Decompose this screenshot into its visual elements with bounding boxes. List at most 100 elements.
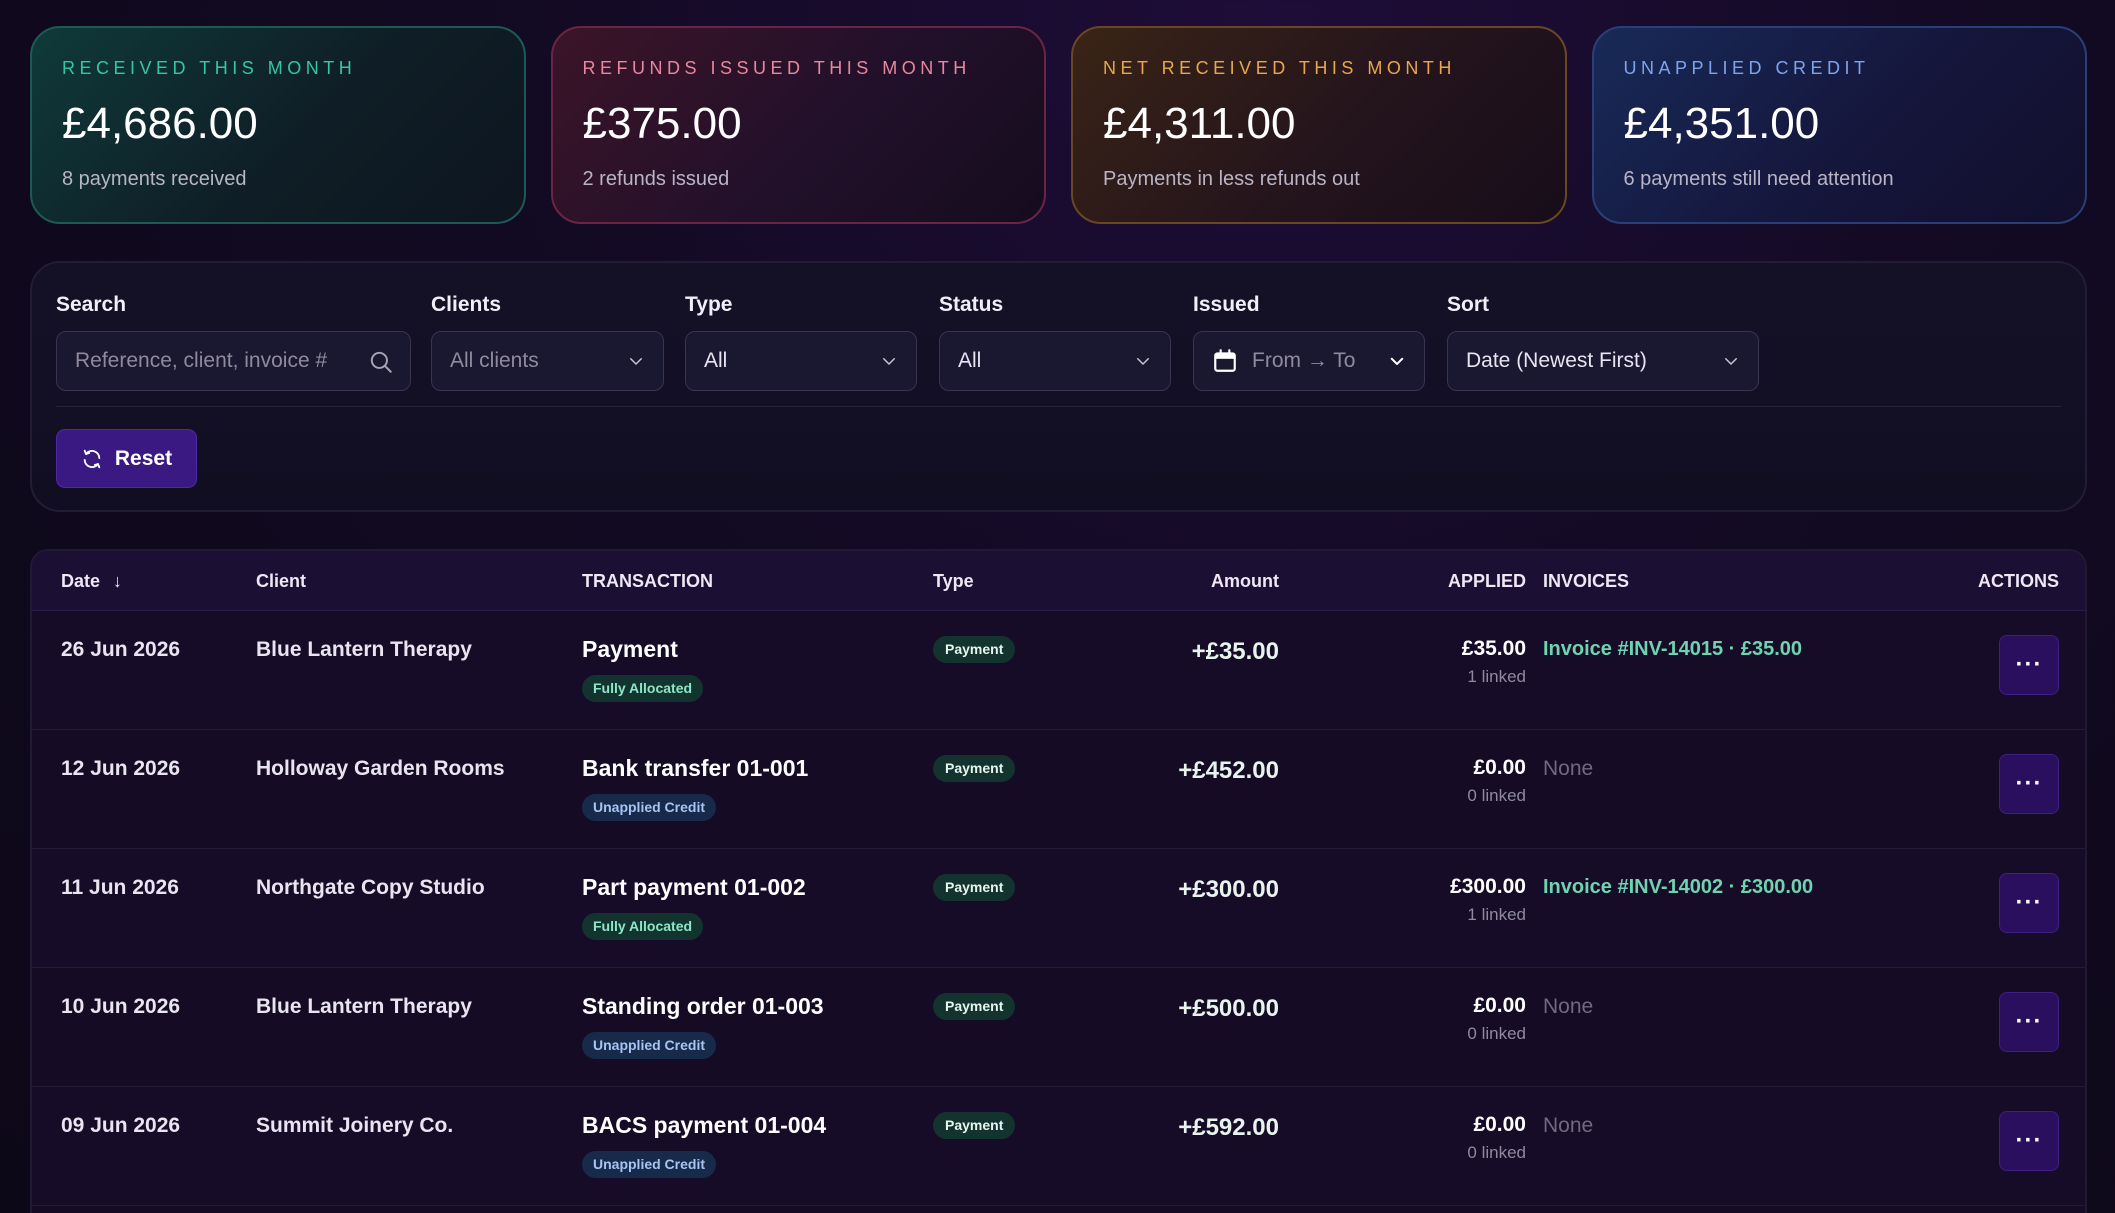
card-label: REFUNDS ISSUED THIS MONTH xyxy=(582,58,971,78)
table-row[interactable]: 26 Jun 2026 Blue Lantern Therapy Payment… xyxy=(32,611,2085,730)
card-value: £4,311.00 xyxy=(1103,99,1296,148)
search-icon[interactable] xyxy=(368,349,394,375)
type-badge: Payment xyxy=(933,1112,1016,1139)
column-transaction: TRANSACTION xyxy=(582,571,713,591)
row-actions-button[interactable]: ··· xyxy=(1999,992,2059,1052)
column-actions: ACTIONS xyxy=(1978,571,2059,591)
table-row[interactable]: 09 Jun 2026 Summit Joinery Co. BACS paym… xyxy=(32,1087,2085,1206)
row-applied: £0.00 xyxy=(1473,1113,1526,1136)
status-badge: Unapplied Credit xyxy=(582,794,717,821)
card-subtitle: 6 payments still need attention xyxy=(1623,168,1894,190)
search-input[interactable]: Reference, client, invoice # xyxy=(56,331,411,391)
clients-value: All clients xyxy=(450,349,539,372)
row-client: Blue Lantern Therapy xyxy=(256,638,472,661)
row-amount: +£500.00 xyxy=(1178,995,1279,1022)
row-transaction: BACS payment 01-004 xyxy=(582,1112,827,1138)
filters-panel: Search Reference, client, invoice # Clie… xyxy=(30,261,2087,512)
row-invoices-none: None xyxy=(1543,1114,1594,1137)
payments-table: Date ↓ Client TRANSACTION Type Amount AP… xyxy=(30,549,2087,1213)
sort-value: Date (Newest First) xyxy=(1466,349,1647,372)
sort-filter: Sort Date (Newest First) xyxy=(1447,293,1759,391)
chevron-down-icon xyxy=(1137,358,1149,365)
status-badge: Fully Allocated xyxy=(582,675,704,702)
table-header: Date ↓ Client TRANSACTION Type Amount AP… xyxy=(32,551,2085,611)
row-date: 10 Jun 2026 xyxy=(61,995,181,1018)
table-row[interactable]: 10 Jun 2026 Blue Lantern Therapy Standin… xyxy=(32,968,2085,1087)
summary-cards: RECEIVED THIS MONTH £4,686.00 8 payments… xyxy=(30,26,2087,224)
column-invoices: INVOICES xyxy=(1543,571,1630,591)
row-actions-button[interactable]: ··· xyxy=(1999,635,2059,695)
row-date: 09 Jun 2026 xyxy=(61,1114,181,1137)
row-actions-button[interactable]: ··· xyxy=(1999,873,2059,933)
clients-select[interactable]: All clients xyxy=(431,331,664,391)
row-invoices-none: None xyxy=(1543,995,1594,1018)
card-value: £4,686.00 xyxy=(62,99,258,148)
sort-label: Sort xyxy=(1447,293,1489,316)
row-transaction: Payment xyxy=(582,636,678,662)
row-client: Blue Lantern Therapy xyxy=(256,995,472,1018)
row-amount: +£300.00 xyxy=(1178,876,1279,903)
card-label: UNAPPLIED CREDIT xyxy=(1623,58,1870,78)
sort-select[interactable]: Date (Newest First) xyxy=(1447,331,1759,391)
card-subtitle: 2 refunds issued xyxy=(582,168,730,190)
chevron-down-icon xyxy=(883,358,895,365)
type-filter: Type All xyxy=(685,293,917,391)
row-linked-count: 1 linked xyxy=(1467,905,1526,924)
row-transaction: Standing order 01-003 xyxy=(582,993,824,1019)
status-badge: Unapplied Credit xyxy=(582,1032,717,1059)
status-select[interactable]: All xyxy=(939,331,1171,391)
chevron-down-icon xyxy=(630,358,642,365)
row-applied: £300.00 xyxy=(1450,875,1526,898)
table-row[interactable]: 12 Jun 2026 Holloway Garden Rooms Bank t… xyxy=(32,730,2085,849)
invoice-link[interactable]: Invoice #INV-14015 · £35.00 xyxy=(1543,638,1802,661)
issued-filter: Issued From → To xyxy=(1193,293,1425,391)
table-row[interactable]: 11 Jun 2026 Northgate Copy Studio Part p… xyxy=(32,849,2085,968)
chevron-down-icon xyxy=(1390,357,1404,365)
row-linked-count: 0 linked xyxy=(1467,1143,1526,1162)
type-label: Type xyxy=(685,293,733,316)
invoice-link[interactable]: Invoice #INV-14002 · £300.00 xyxy=(1543,876,1813,899)
column-date-label: Date xyxy=(61,571,101,591)
row-applied: £35.00 xyxy=(1461,637,1526,660)
row-actions-button[interactable]: ··· xyxy=(1999,1111,2059,1171)
type-select[interactable]: All xyxy=(685,331,917,391)
column-type: Type xyxy=(933,571,974,591)
row-linked-count: 1 linked xyxy=(1467,667,1526,686)
row-transaction: Part payment 01-002 xyxy=(582,874,806,900)
type-badge: Payment xyxy=(933,874,1016,901)
column-date[interactable]: Date ↓ xyxy=(61,571,122,592)
unapplied-credit-card: UNAPPLIED CREDIT £4,351.00 6 payments st… xyxy=(1591,26,2087,224)
row-date: 26 Jun 2026 xyxy=(61,638,181,661)
status-badge: Unapplied Credit xyxy=(582,1151,717,1178)
search-label: Search xyxy=(56,293,127,316)
reset-button[interactable]: Reset xyxy=(56,429,197,488)
clients-filter: Clients All clients xyxy=(431,293,664,391)
row-transaction: Bank transfer 01-001 xyxy=(582,755,809,781)
type-badge: Payment xyxy=(933,636,1016,663)
row-amount: +£592.00 xyxy=(1178,1114,1279,1141)
chevron-down-icon xyxy=(1725,358,1737,365)
issued-value: From → To xyxy=(1252,349,1356,372)
status-badge: Fully Allocated xyxy=(582,913,704,940)
row-date: 11 Jun 2026 xyxy=(61,876,179,899)
row-actions-button[interactable]: ··· xyxy=(1999,754,2059,814)
filters-divider xyxy=(56,406,2061,407)
reset-label: Reset xyxy=(114,446,173,470)
card-label: NET RECEIVED THIS MONTH xyxy=(1103,58,1456,78)
issued-label: Issued xyxy=(1193,293,1260,316)
search-placeholder: Reference, client, invoice # xyxy=(75,349,328,372)
column-amount: Amount xyxy=(1211,571,1279,591)
row-invoices-none: None xyxy=(1543,757,1594,780)
search-filter: Search Reference, client, invoice # xyxy=(56,293,411,391)
received-card: RECEIVED THIS MONTH £4,686.00 8 payments… xyxy=(30,26,526,224)
column-applied: APPLIED xyxy=(1447,571,1526,591)
refresh-icon xyxy=(83,449,101,468)
row-applied: £0.00 xyxy=(1473,756,1526,779)
row-amount: +£35.00 xyxy=(1191,638,1279,665)
row-client: Northgate Copy Studio xyxy=(256,876,485,899)
net-received-card: NET RECEIVED THIS MONTH £4,311.00 Paymen… xyxy=(1071,26,1567,224)
row-date: 12 Jun 2026 xyxy=(61,757,181,780)
status-label: Status xyxy=(939,293,1004,316)
issued-date-range[interactable]: From → To xyxy=(1193,331,1425,391)
refunds-card: REFUNDS ISSUED THIS MONTH £375.00 2 refu… xyxy=(550,26,1046,224)
